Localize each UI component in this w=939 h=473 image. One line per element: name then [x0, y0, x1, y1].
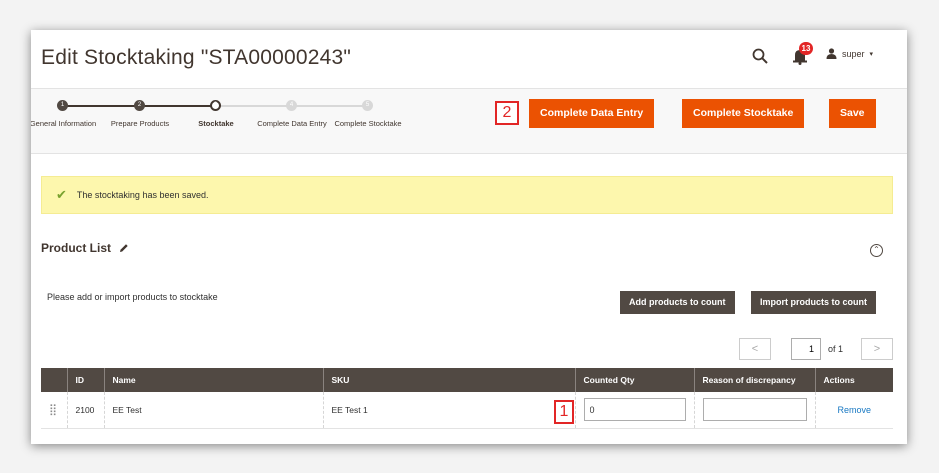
- pager-page-input[interactable]: [791, 338, 821, 360]
- cell-actions: Remove: [814, 392, 893, 429]
- pager-next-button[interactable]: >: [861, 338, 893, 360]
- page-title: Edit Stocktaking "STA00000243": [41, 46, 352, 69]
- step-dot: 1: [57, 100, 68, 111]
- chevron-down-icon: ▾: [869, 50, 874, 58]
- complete-data-entry-button[interactable]: Complete Data Entry: [529, 99, 655, 128]
- step-dot: 4: [286, 100, 297, 111]
- col-sku[interactable]: SKU: [322, 368, 575, 392]
- cell-id: 2100: [66, 392, 104, 429]
- product-list-hint: Please add or import products to stockta…: [47, 292, 218, 302]
- col-counted-qty[interactable]: Counted Qty: [574, 368, 694, 392]
- col-actions: Actions: [814, 368, 893, 392]
- col-drag: [41, 368, 67, 392]
- col-name[interactable]: Name: [103, 368, 323, 392]
- add-products-button[interactable]: Add products to count: [620, 291, 735, 314]
- drag-handle-icon[interactable]: ⣿: [49, 404, 57, 416]
- col-id[interactable]: ID: [66, 368, 104, 392]
- stocktaking-page: Edit Stocktaking "STA00000243" 13 super …: [31, 30, 907, 444]
- pager-of-label: of 1: [828, 344, 844, 354]
- product-list-header: Product List: [41, 241, 129, 255]
- step-dot: 5: [362, 100, 373, 111]
- annotation-marker-2: 2: [495, 101, 519, 125]
- message-text: The stocktaking has been saved.: [76, 190, 209, 200]
- annotation-marker-1: 1: [554, 400, 574, 424]
- section-title: Product List: [41, 241, 112, 255]
- counted-qty-input[interactable]: [583, 398, 686, 422]
- complete-stocktake-button[interactable]: Complete Stocktake: [682, 99, 805, 128]
- step-dot-current: 3: [210, 100, 221, 111]
- user-icon: [826, 48, 837, 59]
- pencil-icon[interactable]: [119, 243, 129, 253]
- search-icon[interactable]: [752, 48, 768, 64]
- table-row: ⣿ 2100 EE Test EE Test 1 Remove: [41, 392, 893, 429]
- col-reason[interactable]: Reason of discrepancy: [693, 368, 815, 392]
- step-label: Prepare Products: [110, 119, 170, 128]
- reason-input[interactable]: [702, 398, 807, 422]
- success-message: ✔ The stocktaking has been saved.: [41, 176, 893, 214]
- remove-link[interactable]: Remove: [837, 405, 871, 415]
- step-label: Complete Data Entry: [257, 119, 327, 128]
- step-dot: 2: [134, 100, 145, 111]
- pager-prev-button[interactable]: <: [739, 338, 771, 360]
- user-name: super: [842, 48, 865, 59]
- product-grid: ID Name SKU Counted Qty Reason of discre…: [41, 368, 893, 429]
- step-label: Complete Stocktake: [334, 119, 402, 128]
- import-products-button[interactable]: Import products to count: [751, 291, 876, 314]
- cell-name: EE Test: [103, 392, 323, 429]
- cell-sku: EE Test 1: [322, 392, 575, 429]
- cell-reason: [693, 392, 815, 429]
- drag-handle[interactable]: ⣿: [41, 392, 67, 429]
- grid-header-row: ID Name SKU Counted Qty Reason of discre…: [41, 368, 893, 392]
- step-label: Stocktake: [198, 119, 234, 128]
- step-label: General Information: [31, 119, 97, 128]
- cell-counted-qty: [574, 392, 694, 429]
- save-button[interactable]: Save: [829, 99, 876, 128]
- collapse-icon[interactable]: ⌃: [870, 244, 883, 257]
- check-icon: ✔: [56, 187, 67, 202]
- user-menu[interactable]: super ▾: [826, 48, 873, 59]
- notification-badge: 13: [799, 42, 813, 55]
